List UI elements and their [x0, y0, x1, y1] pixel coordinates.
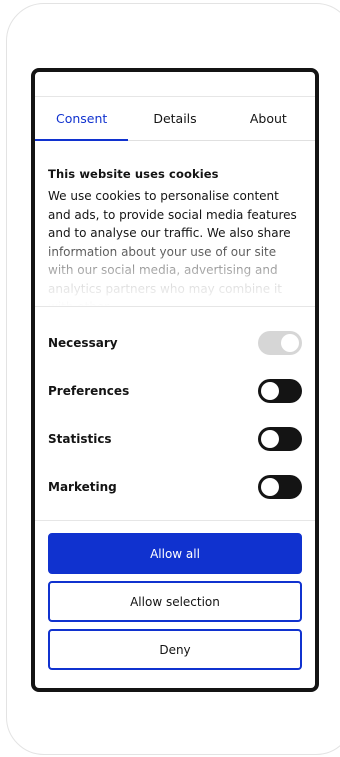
- tab-bar: Consent Details About: [35, 97, 315, 141]
- tab-consent[interactable]: Consent: [35, 97, 129, 141]
- allow-selection-button[interactable]: Allow selection: [48, 581, 302, 622]
- toggle-knob: [261, 430, 279, 448]
- cookie-consent-dialog: Consent Details About This website uses …: [31, 68, 319, 692]
- toggle-label-statistics: Statistics: [48, 432, 112, 446]
- consent-text-panel[interactable]: This website uses cookies We use cookies…: [35, 141, 315, 307]
- allow-all-button[interactable]: Allow all: [48, 533, 302, 574]
- content-title: This website uses cookies: [48, 167, 219, 181]
- toggle-label-necessary: Necessary: [48, 336, 118, 350]
- toggle-row-marketing: Marketing: [48, 475, 302, 499]
- marketing-toggle[interactable]: [258, 475, 302, 499]
- toggle-row-necessary: Necessary: [48, 331, 302, 355]
- toggle-knob: [261, 382, 279, 400]
- preferences-toggle[interactable]: [258, 379, 302, 403]
- toggle-row-statistics: Statistics: [48, 427, 302, 451]
- deny-button[interactable]: Deny: [48, 629, 302, 670]
- toggle-label-preferences: Preferences: [48, 384, 130, 398]
- tab-about[interactable]: About: [222, 97, 315, 140]
- content-body: We use cookies to personalise content an…: [48, 189, 297, 307]
- action-buttons: Allow all Allow selection Deny: [35, 521, 315, 670]
- consent-toggles: Necessary Preferences Statistics Marketi…: [35, 307, 315, 521]
- necessary-toggle: [258, 331, 302, 355]
- toggle-label-marketing: Marketing: [48, 480, 117, 494]
- toggle-knob: [281, 334, 299, 352]
- toggle-row-preferences: Preferences: [48, 379, 302, 403]
- tab-details[interactable]: Details: [128, 97, 221, 140]
- statistics-toggle[interactable]: [258, 427, 302, 451]
- toggle-knob: [261, 478, 279, 496]
- dialog-header: [35, 72, 315, 97]
